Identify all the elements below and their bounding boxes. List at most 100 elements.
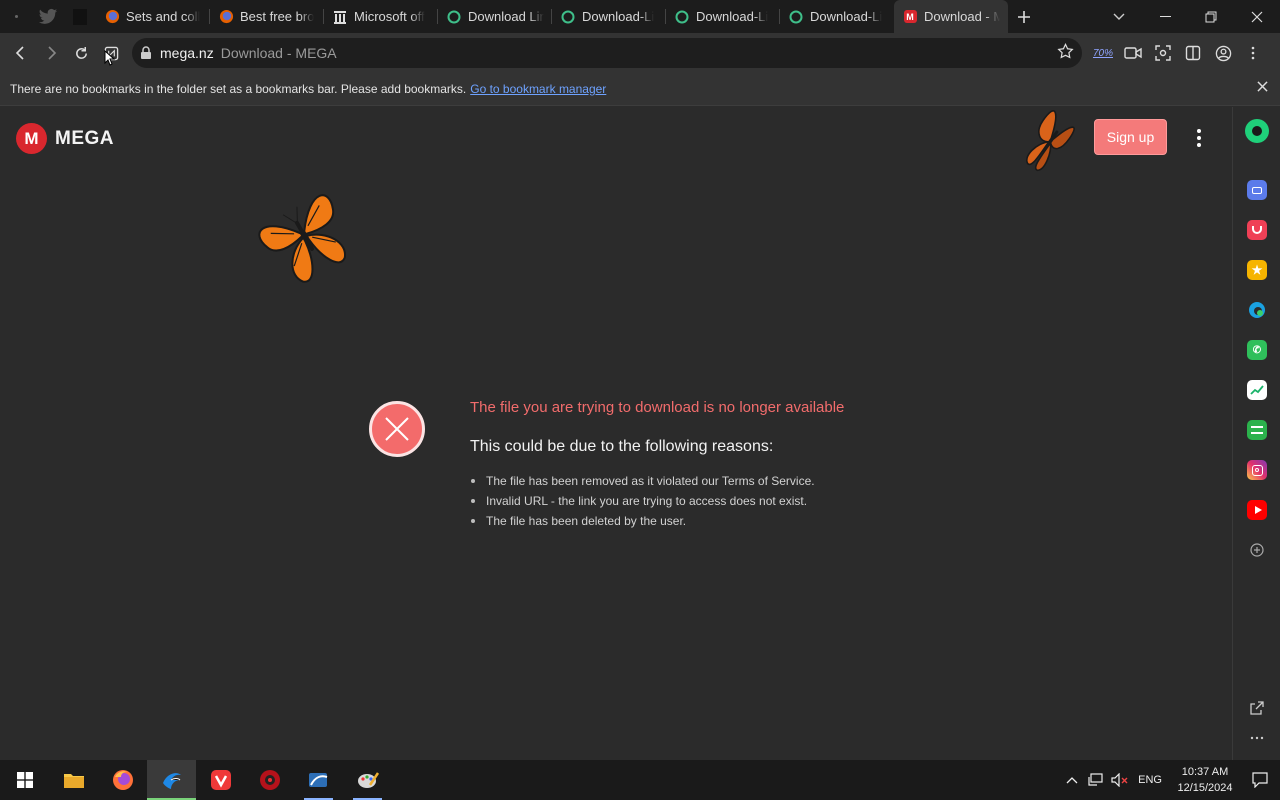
bookmark-manager-link[interactable]: Go to bookmark manager	[470, 82, 606, 96]
sidebar-app-stocks[interactable]	[1247, 380, 1267, 400]
close-icon	[1257, 81, 1268, 92]
bird-app-icon	[162, 773, 181, 789]
reload-icon	[75, 46, 87, 59]
sidebar-add-button[interactable]	[1247, 540, 1267, 560]
mega-logo-text: MEGA	[55, 127, 114, 149]
sidebar-app-pocket[interactable]	[1247, 220, 1267, 240]
external-link-icon	[1250, 701, 1264, 715]
reload-button[interactable]	[66, 38, 96, 68]
windows-logo-icon	[16, 772, 33, 788]
network-icon	[1088, 773, 1103, 786]
tab-7-active[interactable]: M Download - M	[894, 0, 1008, 33]
chat-icon	[1252, 186, 1262, 194]
screenshot-button[interactable]	[1148, 38, 1178, 68]
error-x-icon	[369, 401, 425, 457]
sidebar-app-whatsapp[interactable]: ✆	[1247, 340, 1267, 360]
tab-3[interactable]: Download Lin	[438, 0, 552, 33]
more-horizontal-icon	[1250, 736, 1264, 740]
start-button[interactable]	[0, 760, 49, 800]
sidebar-app-edge[interactable]	[1247, 300, 1267, 320]
phone-icon: ✆	[1252, 344, 1262, 356]
bookmark-star-button[interactable]	[1057, 42, 1074, 63]
mega-logo[interactable]: M MEGA	[16, 123, 114, 154]
close-bookmarks-bar-button[interactable]	[1257, 81, 1268, 95]
ring-icon	[560, 9, 576, 25]
mega-icon: M	[902, 9, 918, 25]
forward-button[interactable]	[36, 38, 66, 68]
vivaldi-icon	[210, 770, 231, 790]
tab-1[interactable]: Best free bro	[210, 0, 324, 33]
error-subtitle: This could be due to the following reaso…	[470, 438, 774, 455]
ring-icon	[788, 9, 804, 25]
volume-button[interactable]	[1108, 760, 1132, 800]
tab-title: Download Lin	[468, 9, 544, 24]
tab-strip: Sets and coll Best free bro Microsoft of…	[0, 0, 1280, 33]
sidebar-app-feedly[interactable]	[1247, 420, 1267, 440]
star-plus-icon	[1057, 42, 1074, 59]
kebab-menu-icon	[1251, 46, 1255, 60]
tab-search-button[interactable]	[1096, 0, 1142, 33]
tab-5[interactable]: Download-Li	[666, 0, 780, 33]
firefox-icon	[218, 9, 234, 25]
taskbar-file-explorer[interactable]	[49, 760, 98, 800]
sign-up-button[interactable]: Sign up	[1094, 119, 1167, 155]
network-button[interactable]	[1084, 760, 1108, 800]
close-window-button[interactable]	[1234, 0, 1280, 33]
ring-icon	[674, 9, 690, 25]
taskbar-app-red[interactable]	[245, 760, 294, 800]
notifications-button[interactable]	[1240, 760, 1280, 800]
tab-title: Download-Li	[582, 9, 655, 24]
tab-6[interactable]: Download-Li	[780, 0, 894, 33]
tab-4[interactable]: Download-Li	[552, 0, 666, 33]
user-icon	[1215, 45, 1231, 61]
open-external-button[interactable]	[1247, 698, 1267, 718]
plus-circle-icon	[1250, 543, 1264, 557]
pinned-tab-1[interactable]	[0, 0, 32, 33]
reading-mode-button[interactable]	[96, 38, 126, 68]
new-tab-button[interactable]	[1008, 0, 1040, 33]
ring-icon	[446, 9, 462, 25]
restore-button[interactable]	[1188, 0, 1234, 33]
folder-icon	[63, 774, 84, 788]
minimize-button[interactable]	[1142, 0, 1188, 33]
butterfly-icon	[1025, 110, 1075, 172]
taskbar-firefox[interactable]	[98, 760, 147, 800]
taskbar-vivaldi[interactable]	[196, 760, 245, 800]
error-title: The file you are trying to download is n…	[470, 399, 845, 416]
instagram-icon	[1251, 464, 1263, 476]
sidebar-app-favorites[interactable]: ★	[1247, 260, 1267, 280]
page-menu-button[interactable]	[1188, 127, 1210, 149]
dot-icon	[14, 15, 18, 18]
tab-0[interactable]: Sets and coll	[96, 0, 210, 33]
browser-side-panel: ★ ✆	[1232, 107, 1280, 760]
pinned-tab-3[interactable]	[64, 0, 96, 33]
split-view-button[interactable]	[1178, 38, 1208, 68]
sidebar-app-messenger[interactable]	[1247, 180, 1267, 200]
browser-menu-button[interactable]	[1238, 38, 1268, 68]
pinned-tab-twitter[interactable]	[32, 0, 64, 33]
copilot-button[interactable]	[1245, 119, 1269, 143]
address-bar[interactable]: mega.nz Download - MEGA	[132, 38, 1082, 68]
taskbar-app-paint[interactable]	[343, 760, 392, 800]
taskbar-app-browser[interactable]	[294, 760, 343, 800]
taskbar-browser-active[interactable]	[147, 760, 196, 800]
sidebar-app-youtube[interactable]	[1247, 500, 1267, 520]
sidebar-more-button[interactable]	[1247, 728, 1267, 748]
profile-button[interactable]	[1208, 38, 1238, 68]
copilot-ring-icon	[1252, 126, 1262, 136]
input-language[interactable]: ENG	[1138, 774, 1162, 786]
pocket-icon	[1252, 226, 1262, 234]
url-page-title: Download - MEGA	[220, 45, 337, 61]
back-button[interactable]	[6, 38, 36, 68]
edge-icon	[1249, 302, 1265, 318]
sidebar-app-instagram[interactable]	[1247, 460, 1267, 480]
tab-2[interactable]: Microsoft off	[324, 0, 438, 33]
video-button[interactable]	[1118, 38, 1148, 68]
tab-title: Download-Li	[810, 9, 883, 24]
show-hidden-icons-button[interactable]	[1060, 760, 1084, 800]
app-window-icon	[308, 773, 327, 787]
clock[interactable]: 10:37 AM 12/15/2024	[1170, 764, 1240, 796]
zoom-indicator[interactable]: 70%	[1088, 38, 1118, 68]
dark-tab-icon	[73, 8, 87, 25]
lock-icon	[141, 46, 151, 59]
